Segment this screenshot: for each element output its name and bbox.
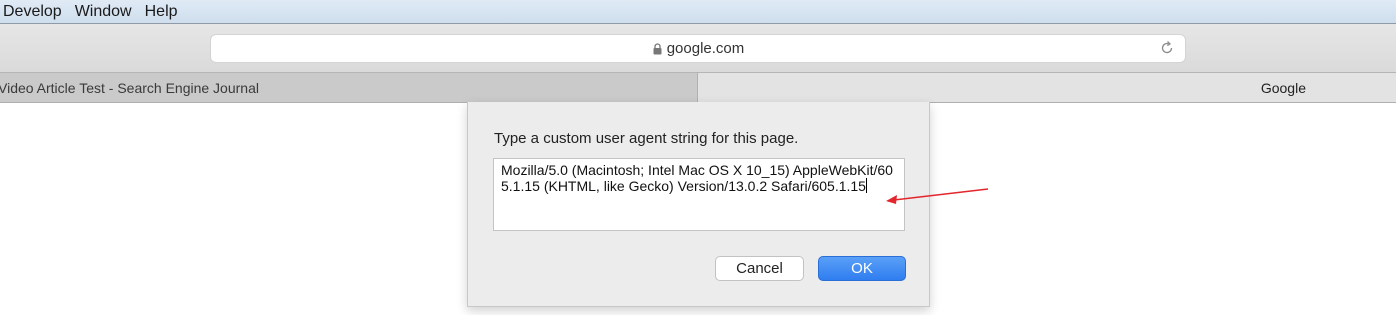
text-caret bbox=[865, 178, 867, 193]
reload-icon[interactable] bbox=[1159, 40, 1175, 56]
menu-develop[interactable]: Develop bbox=[0, 0, 71, 24]
dialog-prompt: Type a custom user agent string for this… bbox=[494, 130, 799, 147]
menu-window[interactable]: Window bbox=[71, 0, 141, 24]
tab-label: Google bbox=[1260, 79, 1306, 96]
address-bar[interactable]: google.com bbox=[210, 34, 1186, 63]
annotation-arrow bbox=[886, 188, 989, 204]
tab-bar: Video Article Test - Search Engine Journ… bbox=[0, 72, 1396, 103]
ok-button[interactable]: OK bbox=[818, 256, 906, 281]
lock-icon bbox=[653, 42, 662, 54]
user-agent-dialog: Type a custom user agent string for this… bbox=[467, 102, 930, 307]
user-agent-value: Mozilla/5.0 (Macintosh; Intel Mac OS X 1… bbox=[501, 162, 893, 194]
tab-label: Video Article Test - Search Engine Journ… bbox=[0, 79, 259, 96]
menu-bar: Develop Window Help bbox=[0, 0, 1396, 24]
menu-help[interactable]: Help bbox=[141, 0, 187, 24]
tab-video-article[interactable]: Video Article Test - Search Engine Journ… bbox=[0, 73, 698, 102]
cancel-button[interactable]: Cancel bbox=[715, 256, 804, 281]
url-text: google.com bbox=[666, 40, 745, 57]
browser-toolbar: google.com bbox=[0, 24, 1396, 72]
user-agent-textarea[interactable]: Mozilla/5.0 (Macintosh; Intel Mac OS X 1… bbox=[493, 158, 905, 231]
tab-google[interactable]: Google bbox=[698, 73, 1396, 102]
